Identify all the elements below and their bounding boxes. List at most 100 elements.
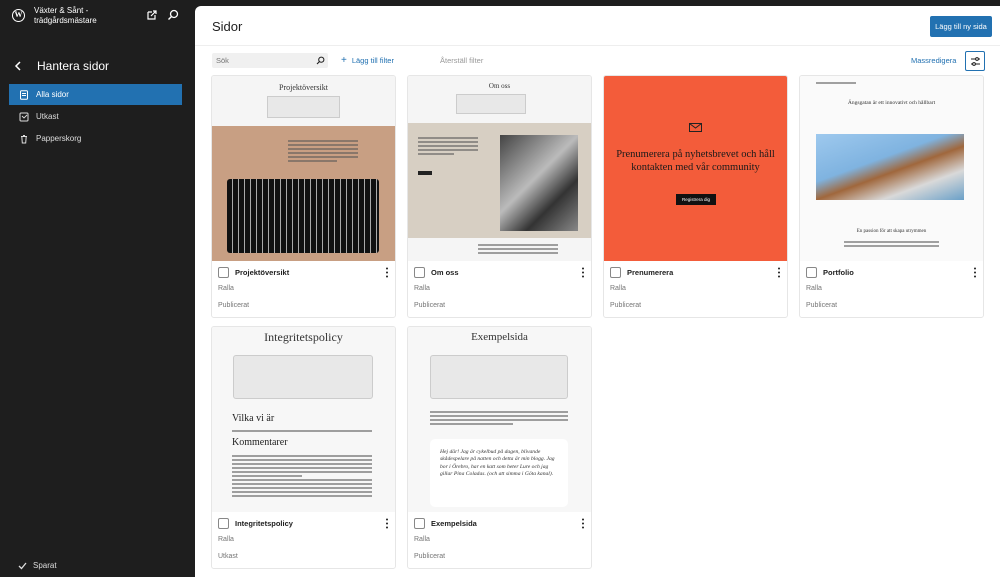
page-thumbnail[interactable]: Projektöversikt	[212, 76, 395, 261]
thumb-text-lines	[232, 430, 372, 434]
view-options-button[interactable]	[965, 51, 985, 71]
card-title[interactable]: Om oss	[431, 268, 459, 277]
card-title-row: Prenumerera	[604, 261, 787, 283]
thumb-building-image	[227, 179, 379, 253]
sidebar-item-trash[interactable]: Papperskorg	[9, 128, 182, 149]
thumb-button	[418, 171, 432, 175]
thumb-heading: Projektöversikt	[279, 83, 328, 92]
pages-icon	[20, 89, 28, 100]
add-filter-label: Lägg till filter	[351, 56, 394, 65]
main-content: Sidor Lägg till ny sida + Lägg till filt…	[195, 6, 1000, 577]
select-checkbox[interactable]	[414, 518, 425, 529]
more-options-icon[interactable]	[385, 267, 389, 278]
back-arrow-icon[interactable]	[12, 60, 24, 72]
saved-status: Sparat	[18, 561, 57, 570]
add-filter-button[interactable]: + Lägg till filter	[341, 54, 394, 66]
thumb-heading: Exempelsida	[471, 331, 528, 343]
card-status: Publicerat	[806, 302, 838, 309]
page-card-integritetspolicy[interactable]: Integritetspolicy Vilka vi är Kommentare…	[211, 326, 396, 569]
thumb-placeholder-image	[267, 96, 340, 118]
page-thumbnail[interactable]: Integritetspolicy Vilka vi är Kommentare…	[212, 327, 395, 512]
bulk-edit-button[interactable]: Massredigera	[911, 56, 956, 65]
card-title-row: Om oss	[408, 261, 591, 283]
more-options-icon[interactable]	[581, 267, 585, 278]
thumb-text-lines	[844, 241, 939, 249]
card-status: Publicerat	[414, 553, 446, 560]
thumb-text-lines	[478, 244, 558, 256]
more-options-icon[interactable]	[777, 267, 781, 278]
page-thumbnail[interactable]: Exempelsida Hej där! Jag är cykelbud på …	[408, 327, 591, 512]
select-checkbox[interactable]	[806, 267, 817, 278]
select-checkbox[interactable]	[414, 267, 425, 278]
site-header: W Växter & Sånt - trädgårdsmästare	[0, 0, 194, 34]
more-options-icon[interactable]	[385, 518, 389, 529]
page-title: Sidor	[212, 19, 243, 34]
search-icon[interactable]	[316, 56, 325, 65]
sliders-icon	[970, 56, 980, 66]
card-title[interactable]: Exempelsida	[431, 519, 477, 528]
card-status: Utkast	[218, 553, 238, 560]
card-title[interactable]: Projektöversikt	[235, 268, 289, 277]
more-options-icon[interactable]	[973, 267, 977, 278]
thumb-h2: Vilka vi är	[232, 413, 275, 424]
filter-bar: + Lägg till filter Återställ filter Mass…	[195, 50, 1000, 72]
select-checkbox[interactable]	[218, 267, 229, 278]
thumb-architecture-image	[816, 134, 964, 200]
thumb-heading: Om oss	[488, 82, 511, 90]
card-author: Ralla	[414, 536, 430, 543]
add-new-page-button[interactable]: Lägg till ny sida	[930, 16, 992, 37]
page-card-exempelsida[interactable]: Exempelsida Hej där! Jag är cykelbud på …	[407, 326, 592, 569]
thumb-text-lines	[232, 455, 372, 499]
card-title-row: Projektöversikt	[212, 261, 395, 283]
wordpress-logo-icon[interactable]: W	[12, 9, 25, 22]
card-author: Ralla	[806, 285, 822, 292]
thumb-nav-lines	[816, 82, 856, 86]
thumb-heading: Integritetspolicy	[264, 330, 343, 344]
card-author: Ralla	[218, 285, 234, 292]
sidebar-item-label: Utkast	[36, 112, 59, 121]
page-thumbnail[interactable]: Ängsgatan är ett innovativt och hållbart…	[800, 76, 983, 261]
thumb-heading: Ängsgatan är ett innovativt och hållbart	[847, 100, 936, 106]
page-card-projektoversikt[interactable]: Projektöversikt Projektöversikt Ralla Pu…	[211, 75, 396, 318]
app: W Växter & Sånt - trädgårdsmästare Hante…	[0, 0, 1000, 577]
sidebar-item-drafts[interactable]: Utkast	[9, 106, 182, 127]
more-options-icon[interactable]	[581, 518, 585, 529]
card-status: Publicerat	[414, 302, 446, 309]
card-title-row: Integritetspolicy	[212, 512, 395, 534]
card-author: Ralla	[414, 285, 430, 292]
page-card-portfolio[interactable]: Ängsgatan är ett innovativt och hållbart…	[799, 75, 984, 318]
search-box	[212, 53, 328, 68]
sidebar-item-all-pages[interactable]: Alla sidor	[9, 84, 182, 105]
sidebar: W Växter & Sånt - trädgårdsmästare Hante…	[0, 0, 194, 577]
drafts-icon	[19, 112, 29, 121]
select-checkbox[interactable]	[610, 267, 621, 278]
page-header: Sidor Lägg till ny sida	[195, 6, 1000, 46]
page-card-prenumerera[interactable]: Prenumerera på nyhetsbrevet och håll kon…	[603, 75, 788, 318]
thumb-register-button: Registrera dig	[676, 194, 716, 205]
search-input[interactable]	[212, 53, 312, 68]
site-title[interactable]: Växter & Sånt - trädgårdsmästare	[34, 6, 120, 26]
sidebar-item-label: Alla sidor	[36, 90, 69, 99]
saved-label: Sparat	[33, 561, 57, 570]
card-title-row: Portfolio	[800, 261, 983, 283]
plus-icon: +	[341, 54, 347, 66]
card-title[interactable]: Portfolio	[823, 268, 854, 277]
thumb-text-lines	[418, 137, 478, 157]
envelope-icon	[689, 123, 702, 132]
thumb-placeholder-image	[233, 355, 373, 399]
reset-filter-button[interactable]: Återställ filter	[440, 56, 483, 65]
card-status: Publicerat	[218, 302, 250, 309]
card-title[interactable]: Integritetspolicy	[235, 519, 293, 528]
card-title[interactable]: Prenumerera	[627, 268, 673, 277]
trash-icon	[21, 134, 27, 143]
thumb-heading: Prenumerera på nyhetsbrevet och håll kon…	[616, 149, 775, 173]
page-thumbnail[interactable]: Om oss	[408, 76, 591, 261]
page-thumbnail[interactable]: Prenumerera på nyhetsbrevet och håll kon…	[604, 76, 787, 261]
search-icon[interactable]	[167, 9, 179, 21]
thumb-placeholder-image	[430, 355, 568, 399]
page-card-om-oss[interactable]: Om oss Om oss Ralla Publicerat	[407, 75, 592, 318]
select-checkbox[interactable]	[218, 518, 229, 529]
thumb-placeholder-image	[456, 94, 526, 114]
external-link-icon[interactable]	[146, 9, 158, 21]
card-author: Ralla	[218, 536, 234, 543]
